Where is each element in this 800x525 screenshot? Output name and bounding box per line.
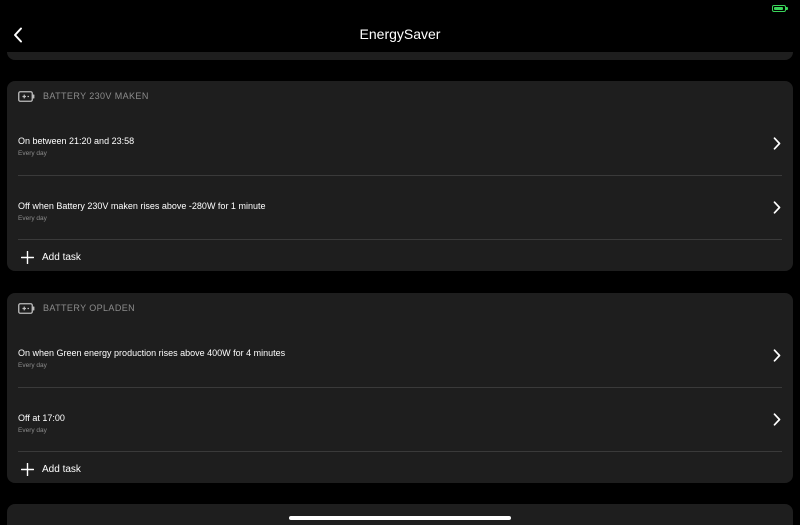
task-schedule: Every day [18,426,47,434]
chevron-right-icon [772,412,782,428]
task-title: Off at 17:00 [18,412,65,423]
battery-plug-icon [18,302,35,314]
task-row[interactable]: On between 21:20 and 23:58 Every day [7,111,793,175]
task-title: Off when Battery 230V maken rises above … [18,200,266,211]
previous-card-edge [7,52,793,60]
task-title: On between 21:20 and 23:58 [18,136,135,146]
task-row[interactable]: Off when Battery 230V maken rises above … [7,176,793,240]
task-schedule: Every day [18,150,47,157]
card-header: BATTERY OPLADEN [7,293,793,323]
navigation-header: EnergySaver [0,18,800,52]
task-schedule: Every day [18,214,47,222]
chevron-right-icon [772,200,782,216]
card-header: BATTERY 230V MAKEN [7,81,793,111]
next-card-edge [7,504,793,525]
add-task-button[interactable]: Add task [7,240,793,275]
add-task-label: Add task [42,464,81,475]
chevron-right-icon [772,347,782,363]
device-card-battery-230v-maken: BATTERY 230V MAKEN On between 21:20 and … [7,81,793,271]
task-schedule: Every day [18,362,47,369]
home-indicator[interactable] [289,516,511,520]
add-task-label: Add task [42,252,81,263]
add-task-button[interactable]: Add task [7,452,793,487]
device-name: BATTERY 230V MAKEN [43,91,149,101]
task-row[interactable]: On when Green energy production rises ab… [7,323,793,387]
plus-icon [20,251,34,265]
plus-icon [20,463,34,477]
task-row[interactable]: Off at 17:00 Every day [7,388,793,452]
page-title: EnergySaver [359,26,441,42]
task-title: On when Green energy production rises ab… [18,348,286,358]
device-name: BATTERY OPLADEN [43,303,136,313]
battery-plug-icon [18,90,35,102]
chevron-right-icon [772,135,782,151]
status-battery-icon [772,5,788,12]
device-card-battery-opladen: BATTERY OPLADEN On when Green energy pro… [7,293,793,483]
